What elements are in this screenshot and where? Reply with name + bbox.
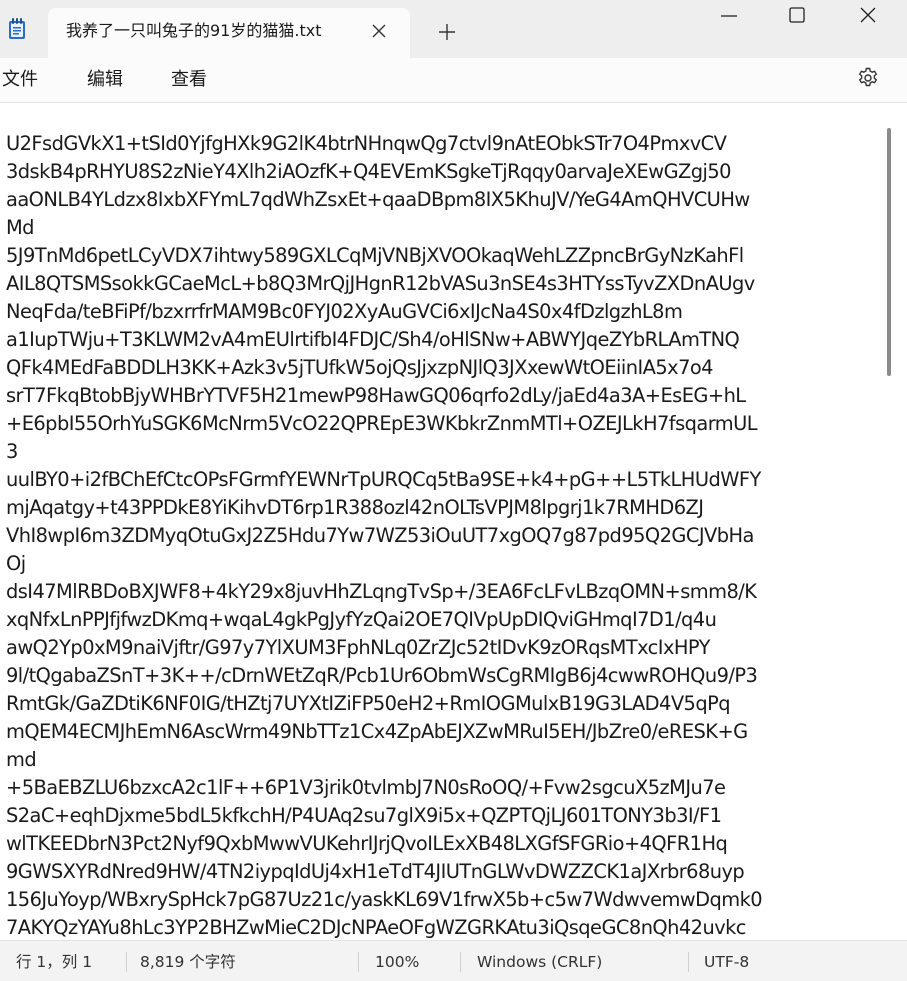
- gear-icon[interactable]: [856, 66, 880, 90]
- maximize-icon[interactable]: [774, 0, 820, 32]
- editor-line[interactable]: VhI8wpI6m3ZDMyqOtuGxJ2Z5Hdu7Yw7WZ53iOuUT…: [6, 524, 754, 547]
- menu-edit[interactable]: 编辑: [87, 68, 123, 92]
- tab-current-file[interactable]: 我养了一只叫兔子的91岁的猫猫.txt: [48, 8, 410, 58]
- menu-file[interactable]: 文件: [2, 68, 38, 92]
- notepad-icon: [9, 18, 25, 39]
- editor-line[interactable]: 3: [6, 440, 18, 463]
- menu-bar: 文件 编辑 查看: [0, 58, 907, 103]
- editor-line[interactable]: NeqFda/teBFiPf/bzxrrfrMAM9Bc0FYJ02XyAuGV…: [6, 300, 683, 323]
- notepad-window: 我养了一只叫兔子的91岁的猫猫.txt 文件 编辑 查看 U2FsdGVkX1+…: [0, 0, 907, 981]
- status-divider: [460, 952, 461, 972]
- editor-content[interactable]: U2FsdGVkX1+tSId0YjfgHXk9G2lK4btrNHnqwQg7…: [6, 130, 882, 940]
- editor-line[interactable]: awQ2Yp0xM9naiVjftr/G97y7YlXUM3FphNLq0ZrZ…: [6, 636, 710, 659]
- encoding[interactable]: UTF-8: [704, 952, 749, 972]
- line-ending[interactable]: Windows (CRLF): [477, 952, 602, 972]
- status-divider: [126, 952, 127, 972]
- vertical-scrollbar[interactable]: [887, 128, 891, 376]
- editor-line[interactable]: dsI47MlRBDoBXJWF8+4kY29x8juvHhZLqngTvSp+…: [6, 580, 757, 603]
- close-icon[interactable]: [366, 18, 392, 44]
- menu-view[interactable]: 查看: [171, 68, 207, 92]
- editor-line[interactable]: QFk4MEdFaBDDLH3KK+Azk3v5jTUfkW5ojQsJjxzp…: [6, 356, 714, 379]
- editor-line[interactable]: +5BaEBZLU6bzxcA2c1lF++6P1V3jrik0tvlmbJ7N…: [6, 776, 726, 799]
- editor-line[interactable]: 9GWSXYRdNred9HW/4TN2iypqIdUj4xH1eTdT4JIU…: [6, 860, 745, 883]
- editor-line[interactable]: md: [6, 748, 37, 771]
- plus-icon[interactable]: [434, 19, 460, 45]
- editor-line[interactable]: aaONLB4YLdzx8IxbXFYmL7qdWhZsxEt+qaaDBpm8…: [6, 188, 750, 211]
- title-bar: 我养了一只叫兔子的91岁的猫猫.txt: [0, 0, 907, 58]
- editor-line[interactable]: 7AKYQzYAYu8hLc3YP2BHZwMieC2DJcNPAeOFgWZG…: [6, 916, 746, 939]
- editor-line[interactable]: 9l/tQgabaZSnT+3K++/cDrnWEtZqR/Pcb1Ur6Obm…: [6, 664, 758, 687]
- status-bar: 行 1，列 1 8,819 个字符 100% Windows (CRLF) UT…: [0, 940, 907, 981]
- text-editor[interactable]: U2FsdGVkX1+tSId0YjfgHXk9G2lK4btrNHnqwQg7…: [0, 103, 907, 940]
- editor-line[interactable]: AIL8QTSMSsokkGCaeMcL+b8Q3MrQjJHgnR12bVAS…: [6, 272, 755, 295]
- editor-line[interactable]: Md: [6, 216, 35, 239]
- editor-line[interactable]: 3dskB4pRHYU8S2zNieY4Xlh2iAOzfK+Q4EVEmKSg…: [6, 160, 732, 183]
- editor-line[interactable]: +E6pbI55OrhYuSGK6McNrm5VcO22QPREpE3WKbkr…: [6, 412, 758, 435]
- editor-line[interactable]: mQEM4ECMJhEmN6AscWrm49NbTTz1Cx4ZpAbEJXZw…: [6, 720, 748, 743]
- editor-line[interactable]: 5J9TnMd6petLCyVDX7ihtwy589GXLCqMjVNBjXVO…: [6, 244, 744, 267]
- editor-line[interactable]: uulBY0+i2fBChEfCtcOPsFGrmfYEWNrTpURQCq5t…: [6, 468, 761, 491]
- editor-line[interactable]: srT7FkqBtobBjyWHBrYTVF5H21mewP98HawGQ06q…: [6, 384, 746, 407]
- cursor-position[interactable]: 行 1，列 1: [16, 952, 92, 972]
- status-divider: [358, 952, 359, 972]
- character-count: 8,819 个字符: [140, 953, 236, 971]
- editor-line[interactable]: 156JuYoyp/WBxrySpHck7pG87Uz21c/yaskKL69V…: [6, 888, 763, 911]
- editor-line[interactable]: wlTKEEDbrN3Pct2Nyf9QxbMwwVUKehrIJrjQvoIL…: [6, 832, 728, 855]
- editor-line[interactable]: U2FsdGVkX1+tSId0YjfgHXk9G2lK4btrNHnqwQg7…: [6, 132, 727, 155]
- editor-line[interactable]: xqNfxLnPPJfjfwzDKmq+wqaL4gkPgJyfYzQai2OE…: [6, 608, 717, 631]
- window-close-icon[interactable]: [846, 0, 892, 32]
- zoom-level[interactable]: 100%: [375, 952, 419, 972]
- minimize-icon[interactable]: [706, 0, 752, 32]
- editor-line[interactable]: mjAqatgy+t43PPDkE8YiKihvDT6rp1R388ozl42n…: [6, 496, 704, 519]
- editor-line[interactable]: a1IupTWju+T3KLWM2vA4mEUlrtifbI4FDJC/Sh4/…: [6, 328, 740, 351]
- tab-title: 我养了一只叫兔子的91岁的猫猫.txt: [66, 21, 322, 40]
- editor-line[interactable]: RmtGk/GaZDtiK6NF0IG/tHZtj7UYXtIZiFP50eH2…: [6, 692, 731, 715]
- editor-line[interactable]: Oj: [6, 552, 26, 575]
- status-divider: [688, 952, 689, 972]
- editor-line[interactable]: S2aC+eqhDjxme5bdL5kfkchH/P4UAq2su7glX9i5…: [6, 804, 722, 827]
